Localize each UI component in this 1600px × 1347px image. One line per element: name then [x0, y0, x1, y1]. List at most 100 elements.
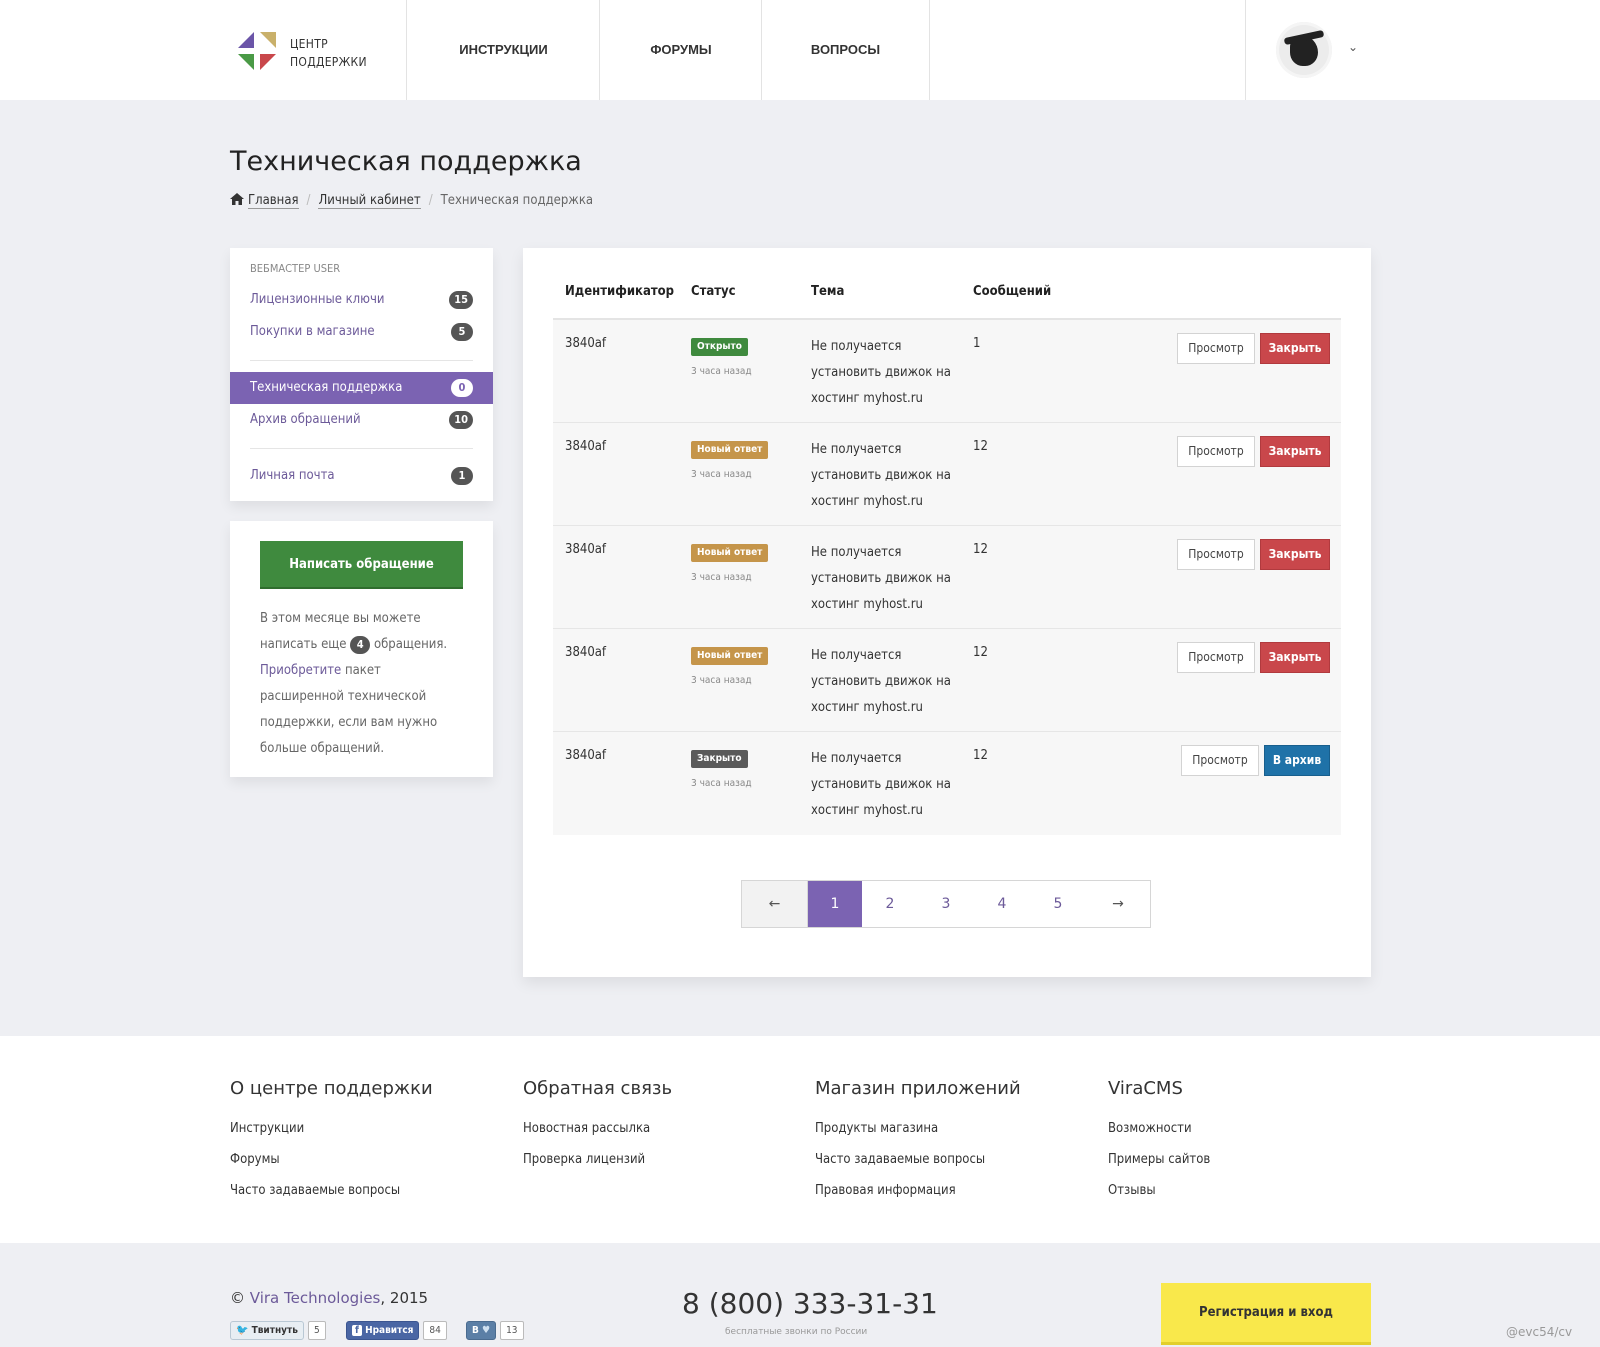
pagination-page-1[interactable]: 1: [808, 881, 862, 927]
user-avatar-icon[interactable]: [1276, 22, 1332, 78]
pagination-page-2[interactable]: 2: [862, 881, 918, 927]
company-link[interactable]: Vira Technologies: [250, 1289, 381, 1307]
status-badge: Новый ответ: [691, 441, 769, 459]
pagination-page-4[interactable]: 4: [974, 881, 1030, 927]
count-badge: 1: [451, 467, 473, 485]
logo[interactable]: ЦЕНТР ПОДДЕРЖКИ: [238, 30, 408, 70]
nav-forums[interactable]: ФОРУМЫ: [600, 0, 762, 100]
column-header-id: Идентификатор: [565, 284, 675, 299]
ticket-id: 3840af: [565, 645, 607, 660]
tickets-card: Идентификатор Статус Тема Сообщений 3840…: [523, 248, 1371, 977]
sidebar-item-support[interactable]: Техническая поддержка 0: [230, 372, 493, 404]
table-row[interactable]: 3840af Новый ответ 3 часа назад Не получ…: [553, 423, 1341, 526]
footer-link[interactable]: Правовая информация: [815, 1175, 1095, 1206]
breadcrumb-separator: /: [428, 193, 433, 208]
footer-column-title: О центре поддержки: [230, 1078, 433, 1099]
status-badge: Открыто: [691, 338, 748, 356]
column-header-topic: Тема: [811, 284, 845, 299]
table-row[interactable]: 3840af Новый ответ 3 часа назад Не получ…: [553, 629, 1341, 732]
nav-questions[interactable]: ВОПРОСЫ: [762, 0, 929, 100]
ticket-time: 3 часа назад: [691, 469, 752, 480]
ticket-topic: Не получается установить движок на хости…: [811, 648, 951, 715]
sidebar-info-card: Написать обращение В этом месяце вы може…: [230, 521, 493, 777]
close-button[interactable]: Закрыть: [1260, 436, 1330, 467]
tweet-count: 5: [307, 1321, 326, 1340]
chevron-down-icon[interactable]: ⌄: [1348, 40, 1358, 54]
message-count: 12: [973, 645, 988, 660]
ticket-id: 3840af: [565, 542, 607, 557]
vk-button[interactable]: В ♥: [466, 1321, 497, 1340]
pagination-next[interactable]: →: [1086, 881, 1150, 927]
footer-link[interactable]: Продукты магазина: [815, 1113, 1095, 1144]
page-title: Техническая поддержка: [230, 146, 582, 177]
sidebar-item-purchases[interactable]: Покупки в магазине 5: [230, 316, 493, 348]
close-button[interactable]: Закрыть: [1260, 642, 1330, 673]
table-row[interactable]: 3840af Открыто 3 часа назад Не получаетс…: [553, 320, 1341, 423]
footer-link[interactable]: Форумы: [230, 1144, 510, 1175]
tweet-widget: 🐦 Твитнуть 5: [230, 1321, 326, 1341]
footer-link[interactable]: Отзывы: [1108, 1175, 1388, 1206]
sidebar-item-archive[interactable]: Архив обращений 10: [230, 404, 493, 436]
table-row[interactable]: 3840af Новый ответ 3 часа назад Не получ…: [553, 526, 1341, 629]
message-count: 1: [973, 336, 981, 351]
view-button[interactable]: Просмотр: [1177, 642, 1255, 673]
info-text-part: обращения.: [373, 637, 448, 652]
top-header: ЦЕНТР ПОДДЕРЖКИ ИНСТРУКЦИИ ФОРУМЫ ВОПРОС…: [0, 0, 1600, 100]
ticket-time: 3 часа назад: [691, 778, 752, 789]
archive-button[interactable]: В архив: [1264, 745, 1330, 776]
ticket-topic: Не получается установить движок на хости…: [811, 339, 951, 406]
vk-count: 13: [500, 1321, 524, 1340]
view-button[interactable]: Просмотр: [1177, 436, 1255, 467]
logo-mark-icon: [238, 32, 276, 70]
footer-link[interactable]: Новостная рассылка: [523, 1113, 803, 1144]
ticket-topic: Не получается установить движок на хости…: [811, 545, 951, 612]
footer-bottom: © Vira Technologies, 2015 🐦 Твитнуть 5 f …: [0, 1243, 1600, 1347]
nav-instructions[interactable]: ИНСТРУКЦИИ: [407, 0, 600, 100]
count-badge: 5: [451, 323, 473, 341]
ticket-time: 3 часа назад: [691, 675, 752, 686]
sidebar-item-mail[interactable]: Личная почта 1: [230, 460, 493, 492]
view-button[interactable]: Просмотр: [1177, 333, 1255, 364]
support-phone: 8 (800) 333-31-31: [682, 1287, 938, 1320]
ticket-topic: Не получается установить движок на хости…: [811, 442, 951, 509]
like-count: 84: [423, 1321, 447, 1340]
footer-link[interactable]: Часто задаваемые вопросы: [230, 1175, 510, 1206]
ticket-topic: Не получается установить движок на хости…: [811, 751, 951, 818]
logo-text: ЦЕНТР ПОДДЕРЖКИ: [290, 35, 367, 71]
twitter-icon: 🐦: [236, 1325, 249, 1336]
copyright-year: , 2015: [380, 1289, 429, 1307]
sidebar-item-label: Лицензионные ключи: [250, 292, 385, 307]
facebook-widget: f Нравится 84: [346, 1321, 447, 1341]
footer-link[interactable]: Часто задаваемые вопросы: [815, 1144, 1095, 1175]
status-badge: Новый ответ: [691, 544, 769, 562]
register-login-button[interactable]: Регистрация и вход: [1161, 1283, 1371, 1345]
footer-link[interactable]: Возможности: [1108, 1113, 1388, 1144]
sidebar-menu: ВЕБМАСТЕР USER Лицензионные ключи 15 Пок…: [230, 248, 493, 501]
view-button[interactable]: Просмотр: [1177, 539, 1255, 570]
copyright-symbol: ©: [230, 1289, 245, 1307]
like-label: Нравится: [365, 1325, 414, 1336]
facebook-like-button[interactable]: f Нравится: [346, 1321, 420, 1340]
nav-divider: [1245, 0, 1246, 100]
pagination-page-3[interactable]: 3: [918, 881, 974, 927]
vk-label: В: [472, 1325, 479, 1336]
close-button[interactable]: Закрыть: [1260, 333, 1330, 364]
footer-column-feedback: Обратная связь Новостная рассылка Провер…: [523, 1078, 803, 1175]
facebook-icon: f: [352, 1325, 362, 1336]
footer-link[interactable]: Примеры сайтов: [1108, 1144, 1388, 1175]
close-button[interactable]: Закрыть: [1260, 539, 1330, 570]
breadcrumb-cabinet[interactable]: Личный кабинет: [318, 193, 421, 209]
footer-link[interactable]: Инструкции: [230, 1113, 510, 1144]
view-button[interactable]: Просмотр: [1181, 745, 1259, 776]
new-ticket-button[interactable]: Написать обращение: [260, 541, 463, 589]
breadcrumb-home[interactable]: Главная: [248, 193, 299, 209]
tweet-button[interactable]: 🐦 Твитнуть: [230, 1321, 304, 1340]
pagination-page-5[interactable]: 5: [1030, 881, 1086, 927]
purchase-link[interactable]: Приобретите: [260, 663, 341, 678]
sidebar-item-license-keys[interactable]: Лицензионные ключи 15: [230, 284, 493, 316]
pagination-prev[interactable]: ←: [742, 881, 808, 927]
footer-link[interactable]: Проверка лицензий: [523, 1144, 803, 1175]
message-count: 12: [973, 542, 988, 557]
table-row[interactable]: 3840af Закрыто 3 часа назад Не получаетс…: [553, 732, 1341, 835]
pagination: ← 1 2 3 4 5 →: [741, 880, 1151, 928]
